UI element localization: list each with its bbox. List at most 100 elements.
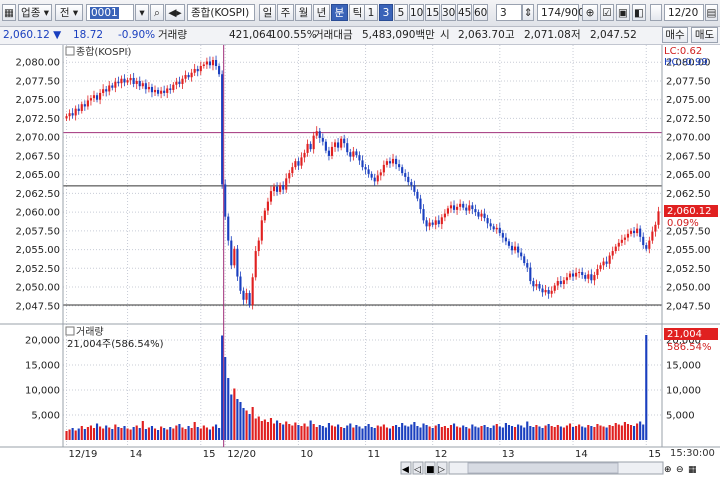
candle	[437, 220, 440, 225]
amount-value: 5,483,090백만	[362, 29, 435, 41]
code-input[interactable]: 0001	[86, 4, 134, 21]
price-tick-left: 2,052.50	[15, 264, 60, 275]
zoom-in-icon[interactable]: ⊕	[664, 465, 672, 475]
scrollbar-thumb[interactable]	[467, 462, 619, 474]
price-tick-right: 2,052.50	[666, 264, 711, 275]
interval-button-6[interactable]: 45	[457, 4, 472, 21]
period-tab-4[interactable]: 분	[331, 4, 348, 21]
candle	[401, 167, 404, 174]
volume-bar	[376, 425, 379, 440]
candle	[483, 213, 486, 219]
volume-bar	[571, 427, 575, 440]
volume-bar	[297, 425, 300, 440]
volume-bar	[632, 426, 636, 440]
calendar-icon[interactable]: ▤	[705, 4, 718, 21]
grid-icon[interactable]: ▦	[2, 4, 16, 21]
candle	[434, 220, 437, 225]
candle	[391, 158, 395, 164]
chart-menu-icon[interactable]: ▦	[688, 465, 697, 475]
candle	[211, 59, 215, 66]
buy-button[interactable]: 매수	[662, 27, 688, 43]
interval-button-5[interactable]: 30	[441, 4, 456, 21]
volume-bar	[144, 429, 147, 440]
candle	[193, 68, 196, 73]
candle	[605, 261, 608, 264]
speaker-icon[interactable]: ◀▸	[165, 4, 185, 21]
volume-bar	[437, 424, 440, 440]
interval-button-3[interactable]: 10	[409, 4, 424, 21]
volume-bar	[623, 422, 626, 440]
volume-bar	[443, 426, 446, 440]
candle	[257, 240, 260, 252]
candle	[99, 92, 102, 100]
interval-button-2[interactable]: 5	[394, 4, 408, 21]
price-tick-left: 2,067.50	[15, 151, 60, 162]
candle	[626, 233, 630, 238]
interval-input[interactable]: 3	[496, 4, 522, 21]
interval-button-0[interactable]: 1	[364, 4, 378, 21]
market-select[interactable]: 업종 ▾	[18, 4, 52, 21]
time-tick: 12/19	[69, 449, 98, 460]
open-label: 시	[440, 29, 450, 41]
candle	[83, 104, 86, 107]
volume-bar	[413, 422, 416, 440]
period-tab-2[interactable]: 월	[295, 4, 312, 21]
candle	[340, 138, 343, 148]
candle	[529, 267, 532, 282]
volume-bar	[452, 423, 456, 440]
period-tab-0[interactable]: 일	[259, 4, 276, 21]
magnifier-icon[interactable]: ⊕	[582, 4, 598, 21]
volume-bar	[275, 420, 279, 440]
volume-bar	[181, 427, 184, 440]
zoom-out-icon[interactable]: ⊖	[676, 465, 684, 475]
volume-bar	[123, 426, 126, 440]
volume-bar	[312, 424, 315, 440]
volume-value: 421,064	[229, 29, 273, 41]
period-tab-1[interactable]: 주	[277, 4, 294, 21]
date-field: 12/20	[664, 4, 704, 21]
volume-bar	[520, 425, 523, 440]
volume-bar	[541, 428, 544, 440]
search-icon[interactable]: ⌕	[150, 4, 164, 21]
volume-panel-checkbox[interactable]	[65, 326, 75, 336]
price-tick-left: 2,057.50	[15, 226, 60, 237]
checkbox-icon[interactable]: ☑	[600, 4, 614, 21]
interval-button-7[interactable]: 60	[473, 4, 488, 21]
candle	[614, 246, 617, 252]
interval-button-1[interactable]: 3	[379, 4, 393, 21]
volume-tick-right: 15,000	[666, 361, 701, 372]
amount-label: 거래대금	[314, 29, 353, 41]
sell-button[interactable]: 매도	[691, 27, 718, 43]
volume-bar	[553, 427, 556, 440]
volume-bar	[114, 424, 117, 440]
toggle-icon[interactable]: ◧	[632, 4, 646, 21]
date-checkbox[interactable]	[650, 4, 662, 21]
candle	[156, 89, 160, 94]
volume-bar	[629, 425, 633, 440]
candle	[111, 85, 114, 88]
volume-bar	[99, 426, 102, 440]
volume-ratio: 100.55%	[270, 29, 317, 41]
period-tab-3[interactable]: 년	[313, 4, 330, 21]
candle	[230, 240, 233, 266]
code-dropdown-icon[interactable]: ▾	[135, 4, 149, 21]
volume-bar	[291, 425, 294, 440]
candle	[425, 220, 428, 227]
interval-button-4[interactable]: 15	[425, 4, 440, 21]
candle	[486, 218, 489, 224]
candle	[562, 280, 565, 285]
candle	[416, 191, 419, 199]
pin-icon[interactable]: ▣	[616, 4, 630, 21]
candle	[431, 222, 434, 225]
time-tick: 11	[368, 449, 381, 460]
interval-stepper-icon[interactable]: ⇕	[522, 4, 534, 21]
view-select[interactable]: 전 ▾	[55, 4, 83, 21]
price-panel-checkbox[interactable]	[65, 46, 75, 56]
volume-bar	[361, 428, 364, 440]
change-value: 18.72	[73, 29, 104, 41]
volume-bar	[416, 426, 419, 440]
candle	[285, 178, 288, 190]
volume-bar	[404, 425, 407, 440]
candle	[599, 265, 602, 270]
candle	[95, 95, 99, 100]
